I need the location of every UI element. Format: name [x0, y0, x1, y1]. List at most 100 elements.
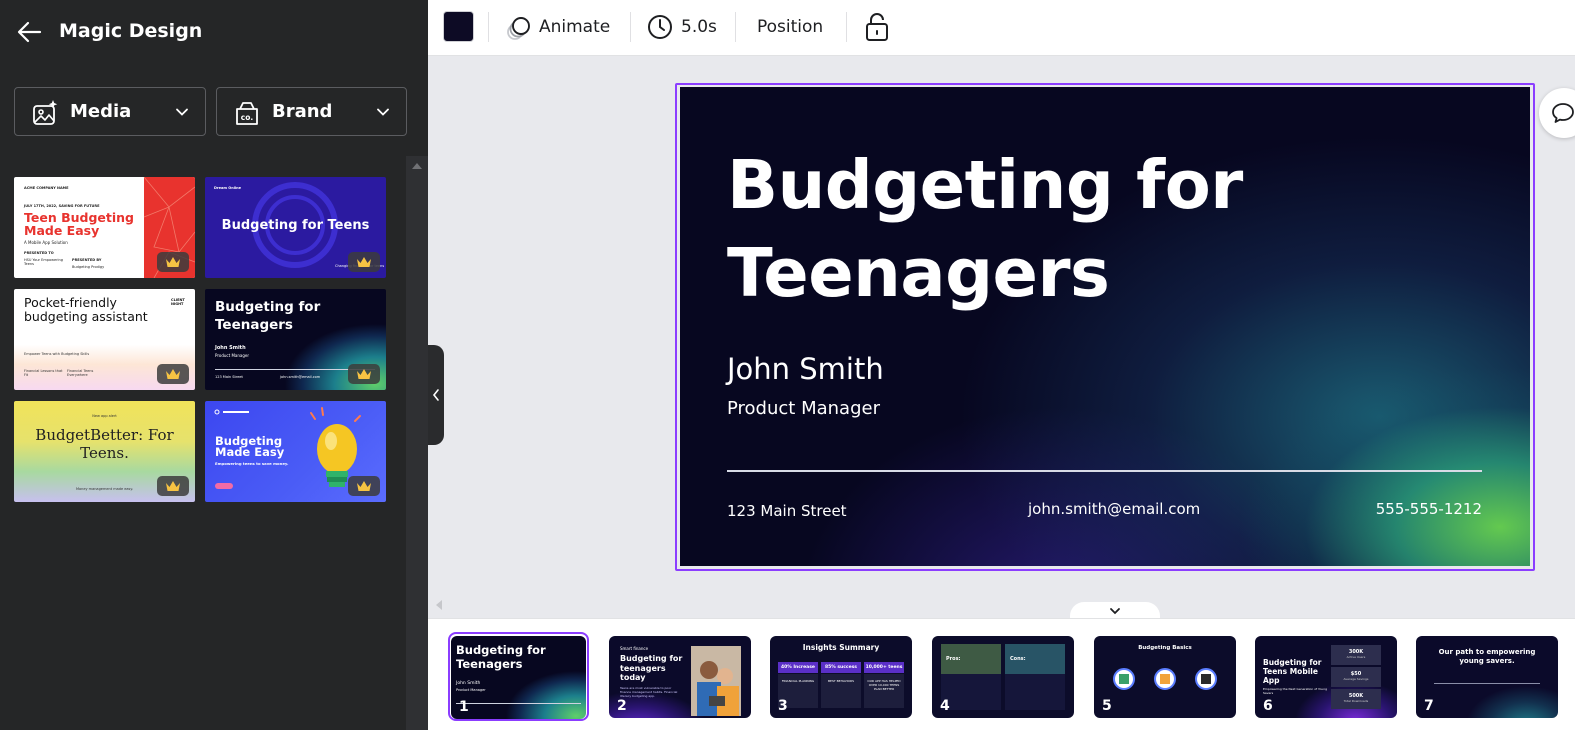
template-label: PRESENTED BY: [72, 258, 102, 262]
page-thumbnail-3[interactable]: Insights Summary 40% Increase 85% succes…: [770, 636, 912, 718]
template-card-budgetbetter[interactable]: New app alert BudgetBetter: For Teens. M…: [14, 401, 195, 502]
timeline-line: [1434, 683, 1540, 684]
animate-label: Animate: [539, 17, 611, 37]
page-thumbnail-2[interactable]: Smart finance Budgeting for teenagers to…: [609, 636, 751, 718]
page-thumbnail-4[interactable]: Pros: Cons: 4: [932, 636, 1074, 718]
pros-body: [941, 674, 1001, 710]
crown-icon: [357, 257, 371, 267]
unlock-icon: [866, 13, 888, 41]
page-thumbnail-6[interactable]: Budgeting for Teens Mobile App Empowerin…: [1255, 636, 1397, 718]
chevron-down-icon: [176, 108, 188, 116]
brand-kit-icon: co.: [236, 102, 258, 125]
template-tagline: Empower Teens with Budgeting Skills: [24, 352, 90, 356]
crown-icon: [166, 481, 180, 491]
page-thumb-text: Pros:: [946, 656, 961, 662]
template-name: John Smith: [215, 345, 246, 351]
template-text: Financial Teens Everywhere: [67, 369, 94, 377]
page-thumb-title: Budgeting for Teens Mobile App: [1263, 658, 1322, 685]
template-subtitle: A Mobile App Solution: [24, 240, 68, 245]
template-title: BudgetBetter: For Teens.: [35, 426, 174, 462]
slide-title[interactable]: Budgeting for Teenagers: [727, 141, 1367, 317]
budget-icons-row: [1113, 668, 1217, 690]
page-thumb-text: OUR APP HAS HELPED OVER 10,000 TEENS PLA…: [864, 674, 904, 708]
animate-icon: [507, 17, 530, 40]
template-kicker: New app alert: [92, 414, 117, 418]
template-subtitle: Empowering teens to save money.: [215, 461, 289, 466]
brand-filter-dropdown[interactable]: co. Brand: [216, 87, 407, 136]
premium-crown-badge: [157, 364, 189, 384]
page-number: 6: [1263, 698, 1273, 714]
slide-canvas[interactable]: Budgeting for Teenagers John Smith Produ…: [680, 87, 1530, 566]
template-company: Dream Online: [214, 186, 241, 190]
page-thumbnail-5[interactable]: Budgeting Basics 5: [1094, 636, 1236, 718]
page-thumb-text: BEST BEHAVIORS: [821, 674, 861, 708]
position-button[interactable]: Position: [757, 12, 837, 42]
premium-crown-badge: [348, 476, 380, 496]
template-title: Budgeting for Teenagers: [215, 299, 321, 333]
page-thumb-rule: [456, 703, 581, 704]
editor-toolbar: Animate 5.0s Position: [428, 0, 1575, 56]
toolbar-divider: [846, 12, 847, 42]
scroll-up-arrow-icon[interactable]: [412, 163, 422, 169]
slide-presenter-role[interactable]: Product Manager: [727, 398, 880, 419]
toolbar-divider: [488, 12, 489, 42]
slide-divider-line[interactable]: [727, 470, 1482, 472]
page-thumb-text: Cons:: [1010, 656, 1026, 662]
add-comment-button[interactable]: [1539, 88, 1575, 138]
svg-text:co.: co.: [241, 113, 254, 122]
back-arrow-icon[interactable]: [16, 20, 42, 44]
template-card-budgeting-for-teenagers[interactable]: Budgeting for Teenagers John Smith Produ…: [205, 289, 386, 390]
toolbar-divider: [735, 12, 736, 42]
page-thumb-title: Our path to empowering young savers.: [1438, 648, 1536, 665]
template-card-budgeting-made-easy[interactable]: Budgeting Made Easy Empowering teens to …: [205, 401, 386, 502]
template-company: ACME COMPANY NAME: [24, 186, 69, 190]
clock-icon: [648, 15, 672, 39]
page-thumb-text: Product Manager: [456, 688, 486, 692]
media-sparkle-icon: [33, 100, 58, 125]
slide-phone[interactable]: 555-555-1212: [1376, 500, 1482, 518]
cons-panel: Cons:: [1005, 644, 1065, 674]
template-title: Teen Budgeting Made Easy: [24, 210, 134, 238]
page-thumb-stat: 85% success: [821, 662, 861, 673]
panel-header: Magic Design: [0, 0, 428, 64]
slide-presenter-name[interactable]: John Smith: [727, 352, 884, 386]
premium-crown-badge: [157, 476, 189, 496]
template-card-teen-budgeting[interactable]: ACME COMPANY NAME JULY 17TH, 2022, SAVIN…: [14, 177, 195, 278]
page-thumb-stat: 10,000+ teens: [864, 662, 904, 673]
people-photo-image: [691, 646, 741, 716]
duration-label: 5.0s: [681, 17, 717, 37]
page-number: 2: [617, 698, 627, 714]
premium-crown-badge: [348, 364, 380, 384]
page-thumb-text: Total Downloads: [1343, 699, 1369, 703]
page-thumb-text: Teens are most vulnerable to poor financ…: [620, 686, 678, 698]
magic-design-panel: Magic Design Media co. Brand ACME COMPAN…: [0, 0, 428, 730]
template-scrollbar[interactable]: [406, 156, 428, 730]
template-text: HSU Your Empowering Teens: [24, 258, 63, 266]
crown-icon: [357, 481, 371, 491]
template-card-pocket-friendly[interactable]: Pocket-friendly budgeting assistant CLIE…: [14, 289, 195, 390]
template-label: PRESENTED TO: [24, 251, 54, 255]
animate-button[interactable]: Animate: [505, 12, 615, 42]
position-label: Position: [757, 17, 824, 37]
slide-address[interactable]: 123 Main Street: [727, 502, 847, 520]
page-thumbnail-7[interactable]: Our path to empowering young savers. 7: [1416, 636, 1558, 718]
template-card-budgeting-for-teens[interactable]: Dream Online Budgeting for Teens Changin…: [205, 177, 386, 278]
template-date: JULY 17TH, 2022, SAVING FOR FUTURE: [24, 204, 100, 208]
background-color-swatch[interactable]: [443, 11, 474, 42]
page-thumbnail-1[interactable]: Budgeting for Teenagers John Smith Produ…: [451, 636, 586, 719]
duration-button[interactable]: 5.0s: [647, 12, 739, 42]
page-thumb-title: Budgeting Basics: [1138, 645, 1192, 651]
template-title: Budgeting for Teens: [221, 218, 370, 233]
slide-email[interactable]: john.smith@email.com: [1028, 500, 1200, 518]
page-number: 3: [778, 698, 788, 714]
stat-card: $50 Average Savings: [1331, 667, 1381, 687]
canvas-scroll-left-icon[interactable]: [436, 600, 442, 610]
template-text: 123 Main Street: [215, 375, 243, 379]
collapse-panel-button[interactable]: [428, 345, 444, 445]
lock-button[interactable]: [864, 12, 890, 42]
cons-body: [1005, 674, 1065, 710]
page-thumb-text: Empowering the Next Generation of Young …: [1263, 687, 1328, 695]
media-filter-dropdown[interactable]: Media: [14, 87, 206, 136]
template-title: Pocket-friendly budgeting assistant: [24, 295, 148, 324]
media-filter-label: Media: [70, 101, 132, 122]
